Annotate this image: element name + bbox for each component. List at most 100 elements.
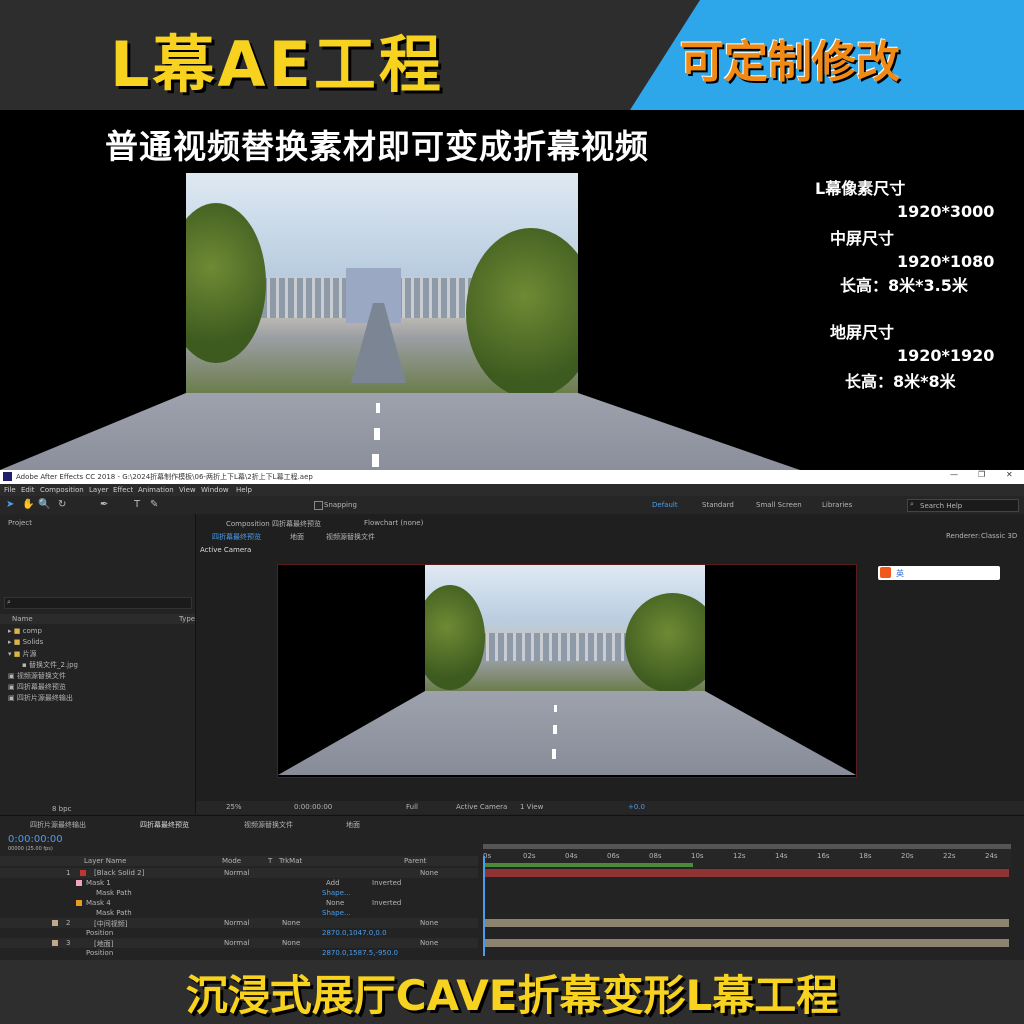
table-row[interactable]: Mask Path Shape...	[0, 908, 478, 918]
type-column[interactable]: Type	[179, 615, 195, 623]
bit-depth[interactable]: 8 bpc	[52, 805, 71, 813]
renderer-select[interactable]: Classic 3D	[981, 532, 1017, 540]
menu-view[interactable]: View	[179, 486, 196, 494]
project-search[interactable]: ⌕	[4, 597, 192, 609]
project-item[interactable]: ▸ ■ comp	[8, 627, 42, 635]
ime-toolbar[interactable]: 英	[878, 566, 1000, 580]
table-row[interactable]: 3 [地面] Normal None None	[0, 938, 478, 948]
mask-mode[interactable]: None	[326, 899, 344, 907]
table-row[interactable]: Position 2870.0,1047.0,0.0	[0, 928, 478, 938]
maximize-button[interactable]: ❐	[978, 470, 985, 479]
table-row[interactable]: 1 [Black Solid 2] Normal None	[0, 868, 478, 878]
project-tab[interactable]: Project	[8, 519, 32, 527]
crumb-ground[interactable]: 地面	[290, 532, 304, 542]
project-item[interactable]: ▣ 四折片源最终输出	[8, 693, 73, 703]
mask-path-value[interactable]: Shape...	[322, 889, 351, 897]
menu-layer[interactable]: Layer	[89, 486, 109, 494]
workspace-libraries[interactable]: Libraries	[822, 501, 852, 509]
composition-tab[interactable]: Composition 四折幕最终预览	[226, 519, 321, 529]
crumb-comp[interactable]: 四折幕最终预览	[212, 532, 261, 542]
trkmat-header[interactable]: TrkMat	[279, 857, 302, 865]
layer-bar[interactable]	[485, 869, 1009, 877]
ime-lang[interactable]: 英	[896, 568, 904, 579]
workspace-default[interactable]: Default	[652, 501, 678, 509]
timeline-tab[interactable]: 视频源替换文件	[244, 820, 293, 830]
timeline-tab-active[interactable]: 四折幕最终预览	[140, 820, 189, 830]
layer-trkmat[interactable]: None	[282, 919, 300, 927]
layer-bar[interactable]	[485, 939, 1009, 947]
table-row[interactable]: Mask 4 None Inverted	[0, 898, 478, 908]
minimize-button[interactable]: —	[950, 470, 958, 479]
viewer-canvas[interactable]	[277, 564, 857, 778]
layer-mode[interactable]: Normal	[224, 939, 249, 947]
exposure-value[interactable]: +0.0	[628, 803, 645, 811]
crumb-source[interactable]: 视频源替换文件	[326, 532, 375, 542]
flowchart-tab[interactable]: Flowchart (none)	[364, 519, 423, 527]
snapping-checkbox[interactable]	[314, 501, 323, 510]
parent-header[interactable]: Parent	[404, 857, 426, 865]
menu-help[interactable]: Help	[236, 486, 252, 494]
label-color[interactable]	[52, 940, 58, 946]
label-color[interactable]	[52, 920, 58, 926]
camera-select[interactable]: Active Camera	[456, 803, 507, 811]
views-select[interactable]: 1 View	[520, 803, 543, 811]
resolution-select[interactable]: Full	[406, 803, 418, 811]
name-column[interactable]: Name	[12, 615, 33, 623]
timeline-tab[interactable]: 四折片源最终输出	[30, 820, 86, 830]
viewer-timecode[interactable]: 0:00:00:00	[294, 803, 332, 811]
workspace-standard[interactable]: Standard	[702, 501, 734, 509]
position-value[interactable]: 2870.0,1587.5,-950.0	[322, 949, 398, 957]
zoom-select[interactable]: 25%	[226, 803, 242, 811]
table-row[interactable]: Mask Path Shape...	[0, 888, 478, 898]
layer-parent[interactable]: None	[420, 869, 438, 877]
table-row[interactable]: Position 2870.0,1587.5,-950.0	[0, 948, 478, 958]
work-area-bar[interactable]	[483, 844, 1011, 849]
project-item[interactable]: ▾ ■ 片源	[8, 649, 37, 659]
menu-edit[interactable]: Edit	[21, 486, 35, 494]
layer-bar[interactable]	[485, 919, 1009, 927]
workspace-small-screen[interactable]: Small Screen	[756, 501, 802, 509]
mode-header[interactable]: Mode	[222, 857, 241, 865]
timeline-timecode[interactable]: 0:00:00:00	[8, 834, 63, 845]
label-color[interactable]	[76, 900, 82, 906]
table-row[interactable]: 2 [中间视频] Normal None None	[0, 918, 478, 928]
mask-path-value[interactable]: Shape...	[322, 909, 351, 917]
pen-tool-icon[interactable]: ✒	[100, 499, 108, 510]
time-ruler[interactable]: 0s 02s 04s 06s 08s 10s 12s 14s 16s 18s 2…	[483, 844, 1011, 868]
project-item[interactable]: ▣ 视频源替换文件	[8, 671, 66, 681]
layer-name-header[interactable]: Layer Name	[84, 857, 126, 865]
floor-dimensions: 长高：8米*8米	[845, 372, 956, 391]
viewer-controls: 25% 0:00:00:00 Full Active Camera 1 View…	[196, 801, 1024, 814]
selection-tool-icon[interactable]: ➤	[6, 499, 14, 510]
layer-mode[interactable]: Normal	[224, 869, 249, 877]
brush-tool-icon[interactable]: ✎	[150, 499, 158, 510]
label-color[interactable]	[80, 870, 86, 876]
timeline-tab[interactable]: 地面	[346, 820, 360, 830]
layer-parent[interactable]: None	[420, 919, 438, 927]
ruler-tick: 12s	[733, 852, 746, 860]
close-button[interactable]: ✕	[1006, 470, 1013, 479]
search-help-field[interactable]: ⌕ Search Help	[907, 499, 1019, 512]
menu-window[interactable]: Window	[201, 486, 229, 494]
menu-file[interactable]: File	[4, 486, 16, 494]
menu-composition[interactable]: Composition	[40, 486, 84, 494]
type-tool-icon[interactable]: T	[134, 499, 140, 510]
table-row[interactable]: Mask 1 Add Inverted	[0, 878, 478, 888]
rotate-tool-icon[interactable]: ↻	[58, 499, 66, 510]
layer-trkmat[interactable]: None	[282, 939, 300, 947]
project-item[interactable]: ▸ ■ Solids	[8, 638, 43, 646]
project-item-label: Solids	[22, 638, 44, 646]
layer-parent[interactable]: None	[420, 939, 438, 947]
hand-tool-icon[interactable]: ✋	[22, 499, 34, 510]
menu-animation[interactable]: Animation	[138, 486, 174, 494]
project-item[interactable]: ▪ 替换文件_2.jpg	[22, 660, 78, 670]
menu-effect[interactable]: Effect	[113, 486, 133, 494]
label-color[interactable]	[76, 880, 82, 886]
mask-inverted[interactable]: Inverted	[372, 899, 401, 907]
mask-mode[interactable]: Add	[326, 879, 340, 887]
layer-mode[interactable]: Normal	[224, 919, 249, 927]
zoom-tool-icon[interactable]: 🔍	[38, 499, 50, 510]
mask-inverted[interactable]: Inverted	[372, 879, 401, 887]
project-item[interactable]: ▣ 四折幕最终预览	[8, 682, 66, 692]
position-value[interactable]: 2870.0,1047.0,0.0	[322, 929, 387, 937]
